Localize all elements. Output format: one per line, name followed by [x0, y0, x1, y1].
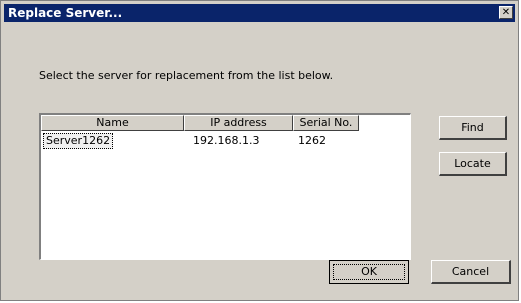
server-name-cell: Server1262	[43, 133, 114, 149]
column-header-ip-address[interactable]: IP address	[184, 115, 293, 131]
close-button[interactable]: ✕	[499, 6, 513, 19]
column-header-name[interactable]: Name	[41, 115, 184, 131]
replace-server-dialog: Replace Server... ✕ Select the server fo…	[0, 0, 519, 301]
column-header-serial-no[interactable]: Serial No.	[293, 115, 359, 131]
close-icon: ✕	[501, 7, 511, 18]
server-list[interactable]: Name IP address Serial No. Server1262 19…	[39, 113, 411, 260]
cancel-button[interactable]: Cancel	[431, 260, 511, 284]
locate-button[interactable]: Locate	[439, 152, 507, 176]
ip-address-cell: 192.168.1.3	[193, 134, 260, 147]
ok-button-label: OK	[361, 265, 377, 278]
title-bar[interactable]: Replace Server... ✕	[4, 4, 515, 22]
serial-number-cell: 1262	[298, 134, 326, 147]
instruction-text: Select the server for replacement from t…	[39, 69, 334, 82]
ok-button[interactable]: OK	[329, 260, 409, 284]
find-button[interactable]: Find	[439, 116, 507, 140]
list-header: Name IP address Serial No.	[41, 115, 410, 131]
dialog-title: Replace Server...	[8, 6, 123, 20]
